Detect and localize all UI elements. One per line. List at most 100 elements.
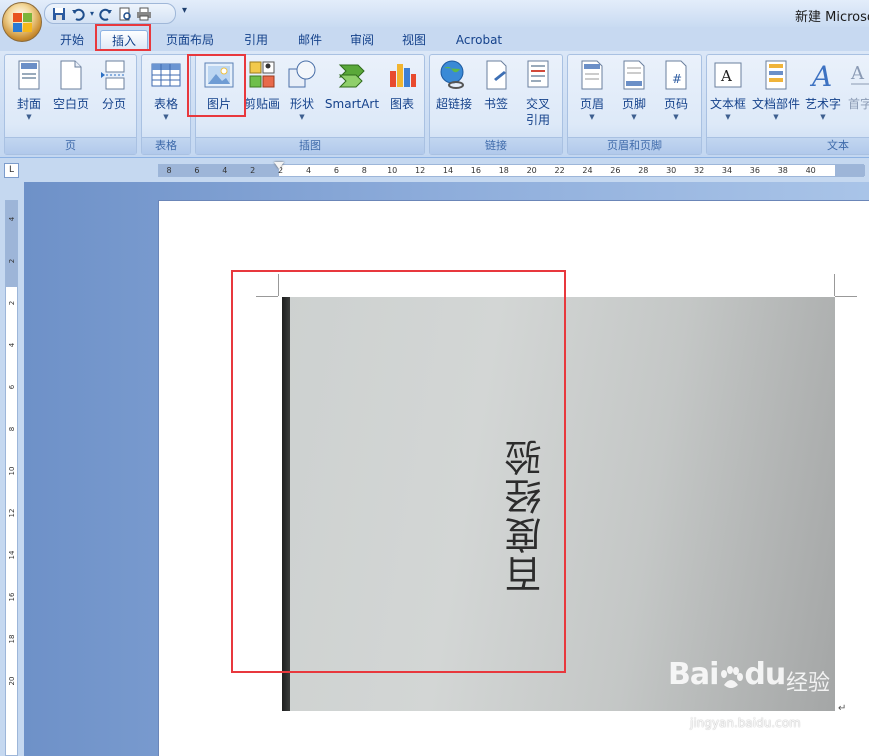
text-box-label: 文本框: [709, 97, 746, 111]
customize-qat-button[interactable]: ▾: [182, 5, 187, 16]
watermark-brand: Bai du: [668, 657, 786, 692]
title-bar: ▾ ▾ 新建 Microso: [0, 0, 869, 27]
handwritten-text: 百度经验: [505, 437, 548, 593]
undo-icon[interactable]: [70, 6, 86, 22]
table-label: 表格: [153, 97, 178, 111]
quick-access-toolbar: ▾: [44, 3, 176, 24]
page-break-button[interactable]: 分页: [94, 59, 134, 112]
ruler-tick-label: 20: [526, 166, 537, 175]
smartart-button[interactable]: SmartArt: [322, 59, 382, 112]
tab-references[interactable]: 引用: [234, 30, 278, 51]
text-box-button[interactable]: A 文本框 ▼: [707, 59, 749, 122]
tab-review[interactable]: 审阅: [340, 30, 384, 51]
horizontal-ruler[interactable]: 8 6 4 2 2 4 6 8 10 12 14 16 18 20 22 24 26 28 30 32 34 36 38 40: [158, 164, 865, 177]
picture-dark-edge: [282, 297, 290, 711]
page-break-label: 分页: [101, 97, 126, 111]
drop-cap-button[interactable]: A 首字: [845, 59, 869, 112]
bookmark-button[interactable]: 书签: [478, 59, 514, 112]
hyperlink-button[interactable]: 超链接: [432, 59, 476, 112]
table-button[interactable]: 表格 ▼: [146, 59, 186, 122]
ruler-tick-label: 14: [442, 166, 454, 175]
ruler-right-margin: [835, 165, 865, 176]
text-box-icon: A: [712, 59, 744, 91]
tab-mailings[interactable]: 邮件: [288, 30, 332, 51]
ruler-tick-label: 34: [721, 166, 733, 175]
paw-icon: [718, 664, 744, 688]
ruler-tick-label: 32: [694, 166, 705, 175]
crop-mark: [835, 296, 857, 297]
group-label-tables: 表格: [142, 137, 190, 154]
chart-button[interactable]: 图表: [384, 59, 420, 112]
cover-page-icon: [13, 59, 45, 91]
group-illustrations: 图片 剪贴画 形状 ▼ SmartArt 图表 插图: [195, 54, 425, 155]
vertical-ruler-tick-label: 10: [8, 466, 16, 476]
chevron-down-icon: ▼: [773, 113, 779, 121]
ribbon-tabs: 开始 插入 页面布局 引用 邮件 审阅 视图 Acrobat: [0, 27, 869, 51]
cover-page-button[interactable]: 封面 ▼: [9, 59, 49, 122]
chart-label: 图表: [389, 97, 414, 111]
vertical-ruler-tick-label: 12: [8, 508, 16, 518]
footer-button[interactable]: 页脚 ▼: [614, 59, 654, 122]
clip-art-button[interactable]: 剪贴画: [242, 59, 282, 112]
ruler-tick-label: 2: [250, 166, 256, 175]
footer-icon: [618, 59, 650, 91]
chevron-down-icon: ▼: [673, 113, 679, 121]
tab-acrobat[interactable]: Acrobat: [448, 30, 510, 51]
ruler-tick-label: 22: [554, 166, 565, 175]
print-preview-icon[interactable]: [117, 6, 133, 22]
chevron-down-icon: ▼: [299, 113, 305, 121]
chevron-down-icon: ▼: [631, 113, 637, 121]
chevron-down-icon: ▼: [26, 113, 32, 121]
vertical-ruler-tick-label: 2: [8, 300, 16, 306]
crop-mark: [834, 274, 835, 296]
clip-art-icon: [246, 59, 278, 91]
vertical-ruler[interactable]: 4 2 2 4 6 8 10 12 14 16 18 20: [5, 200, 18, 756]
blank-page-label: 空白页: [52, 97, 89, 111]
vertical-ruler-tick-label: 8: [8, 426, 16, 432]
baidu-watermark: Bai du 经验: [668, 657, 868, 717]
group-text: A 文本框 ▼ 文档部件 ▼ A 艺术字 ▼ A 首字 文本: [706, 54, 869, 155]
indent-marker[interactable]: [274, 162, 284, 169]
cross-reference-label-2: 引用: [525, 113, 550, 127]
bookmark-label: 书签: [483, 97, 508, 111]
horizontal-ruler-bar: L 8 6 4 2 2 4 6 8 10 12 14 16 18 20 22 24 26 28 30 32 34 36 38…: [0, 158, 869, 182]
office-button[interactable]: [2, 2, 42, 42]
save-icon[interactable]: [51, 6, 67, 22]
chevron-down-icon: ▼: [820, 113, 826, 121]
undo-dropdown-icon[interactable]: ▾: [89, 6, 95, 22]
wordart-button[interactable]: A 艺术字 ▼: [803, 59, 843, 122]
vertical-ruler-tick-label: 20: [8, 676, 16, 686]
chevron-down-icon: ▼: [589, 113, 595, 121]
hyperlink-icon: [438, 59, 470, 91]
picture-label: 图片: [206, 97, 231, 111]
tab-home[interactable]: 开始: [52, 30, 92, 51]
drop-cap-icon: A: [845, 59, 869, 91]
tab-page-layout[interactable]: 页面布局: [158, 30, 222, 51]
inserted-picture[interactable]: 百度经验: [282, 297, 835, 711]
redo-icon[interactable]: [98, 6, 114, 22]
cross-reference-button[interactable]: 交叉 引用: [518, 59, 558, 128]
smartart-label: SmartArt: [324, 97, 380, 111]
vertical-ruler-tick-label: 14: [8, 550, 16, 560]
picture-button[interactable]: 图片: [196, 59, 242, 112]
quick-parts-button[interactable]: 文档部件 ▼: [751, 59, 801, 122]
ruler-tick-label: 36: [749, 166, 760, 175]
ruler-tick-label: 38: [777, 166, 788, 175]
page-number-button[interactable]: # 页码 ▼: [656, 59, 696, 122]
shapes-icon: [286, 59, 318, 91]
watermark-cn: 经验: [786, 671, 831, 696]
clip-art-label: 剪贴画: [243, 97, 280, 111]
blank-page-button[interactable]: 空白页: [51, 59, 91, 112]
svg-text:A: A: [720, 67, 732, 85]
shapes-button[interactable]: 形状 ▼: [284, 59, 320, 122]
tab-selector-button[interactable]: L: [4, 163, 19, 178]
ruler-tick-label: 4: [305, 166, 312, 175]
ruler-tick-label: 6: [333, 166, 339, 175]
quick-print-icon[interactable]: [136, 6, 152, 22]
group-tables: 表格 ▼ 表格: [141, 54, 191, 155]
ruler-tick-label: 8: [361, 166, 367, 175]
tab-view[interactable]: 视图: [392, 30, 436, 51]
header-button[interactable]: 页眉 ▼: [572, 59, 612, 122]
tab-insert[interactable]: 插入: [100, 30, 148, 51]
header-label: 页眉: [579, 97, 604, 111]
